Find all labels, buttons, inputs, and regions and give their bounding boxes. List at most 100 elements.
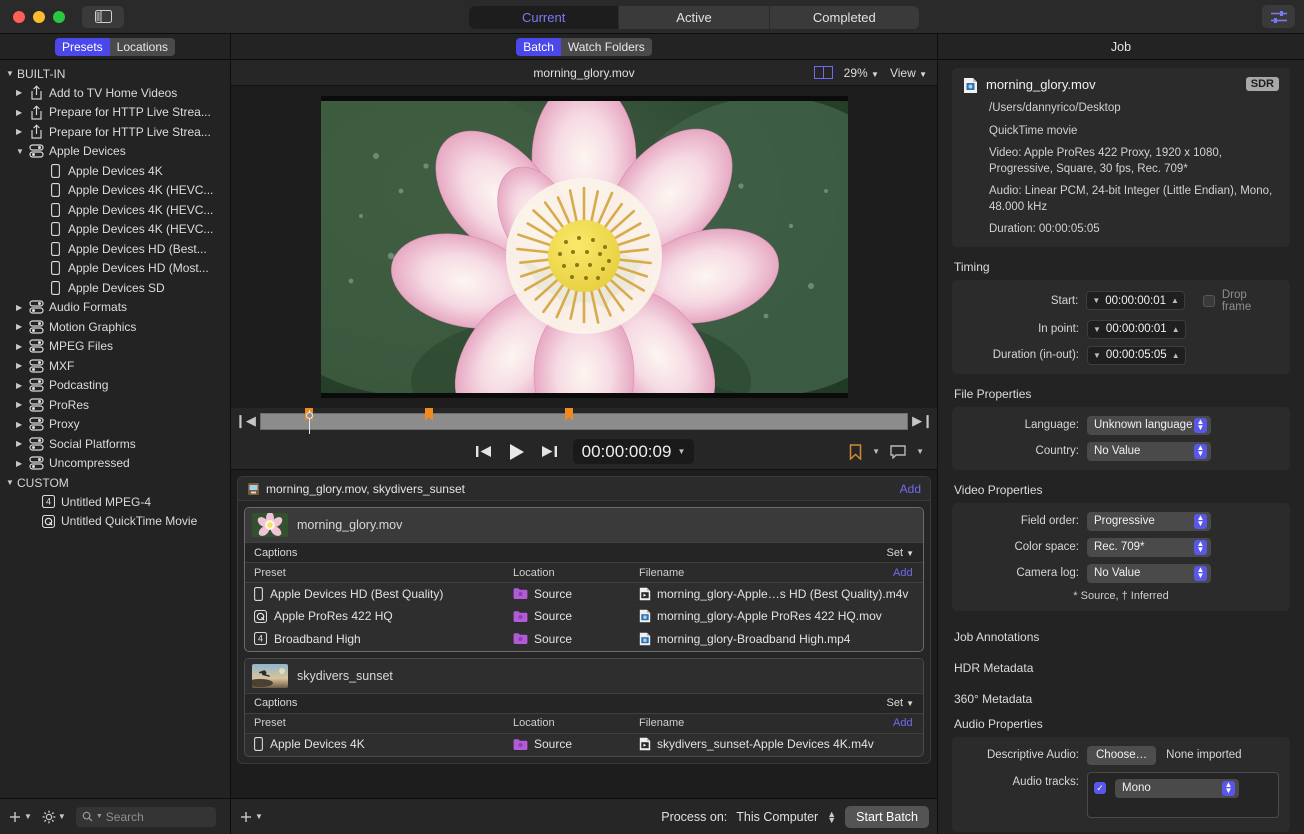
zoom-window-button[interactable] [53, 10, 65, 23]
chevron-down-icon[interactable]: ▼ [677, 447, 685, 456]
chevron-down-icon[interactable]: ▼ [1092, 296, 1100, 305]
zoom-level-menu[interactable]: 29% ▼ [844, 66, 879, 80]
disclosure-triangle-icon[interactable]: ▶ [16, 420, 27, 429]
sidebar-item-audio-formats[interactable]: ▶ Audio Formats [0, 298, 230, 318]
sidebar-item-prepare-for-http-live-strea[interactable]: ▶ Prepare for HTTP Live Strea... [0, 122, 230, 142]
sidebar-item-apple-devices-4k-hevc[interactable]: Apple Devices 4K (HEVC... [0, 220, 230, 240]
skip-to-start-icon[interactable] [474, 443, 493, 460]
marker-icon[interactable] [849, 443, 862, 460]
process-on-value[interactable]: This Computer [736, 810, 818, 824]
caption-icon[interactable] [890, 444, 906, 459]
presets-locations-toggle[interactable]: Presets Locations [54, 37, 176, 56]
metadata-360-section[interactable]: 360° Metadata [952, 686, 1290, 717]
sidebar-item-apple-devices-4k-hevc[interactable]: Apple Devices 4K (HEVC... [0, 181, 230, 201]
tab-presets[interactable]: Presets [54, 37, 110, 56]
playhead[interactable] [305, 409, 313, 435]
marker-2[interactable] [424, 407, 433, 421]
disclosure-triangle-icon[interactable]: ▶ [16, 459, 27, 468]
output-location[interactable]: Source [513, 609, 639, 623]
scrubber-track[interactable] [259, 407, 909, 435]
marker-chevron-icon[interactable]: ▼ [872, 447, 880, 456]
output-filename[interactable]: skydivers_sunset-Apple Devices 4K.m4v [639, 737, 923, 751]
drop-frame-checkbox[interactable] [1202, 294, 1215, 307]
output-row[interactable]: Apple Devices 4K Source skydivers_sunset-A… [245, 734, 923, 756]
batch-add-link[interactable]: Add [900, 482, 921, 496]
disclosure-triangle-icon[interactable]: ▶ [16, 361, 27, 370]
duration-field[interactable]: ▼ 00:00:05:05 ▲ [1087, 345, 1186, 365]
color-space-select[interactable]: Rec. 709* ▲ ▼ [1087, 537, 1211, 557]
sidebar-item-proxy[interactable]: ▶ Proxy [0, 415, 230, 435]
captions-set-button[interactable]: Set ▼ [887, 547, 915, 559]
chevron-down-icon[interactable]: ▼ [1093, 351, 1101, 360]
output-row[interactable]: 4 Broadband High Source morning_glory-Broad… [245, 628, 923, 651]
sidebar-item-apple-devices-4k-hevc[interactable]: Apple Devices 4K (HEVC... [0, 200, 230, 220]
sidebar-item-motion-graphics[interactable]: ▶ Motion Graphics [0, 317, 230, 337]
output-row[interactable]: Apple ProRes 422 HQ Source morning_glory-A… [245, 606, 923, 628]
sidebar-item-apple-devices-hd-best[interactable]: Apple Devices HD (Best... [0, 239, 230, 259]
video-preview[interactable] [231, 86, 937, 408]
tab-batch[interactable]: Batch [516, 37, 561, 56]
sidebar-item-mpeg-files[interactable]: ▶ MPEG Files [0, 337, 230, 357]
timecode-field[interactable]: 00:00:00:09 ▼ [572, 439, 695, 464]
sidebar-item-apple-devices-sd[interactable]: Apple Devices SD [0, 278, 230, 298]
output-location[interactable]: Source [513, 587, 639, 601]
start-batch-button[interactable]: Start Batch [845, 805, 929, 828]
audio-track-checkbox[interactable]: ✓ [1094, 782, 1106, 795]
tab-watch-folders[interactable]: Watch Folders [560, 37, 652, 56]
sidebar-item-prores[interactable]: ▶ ProRes [0, 395, 230, 415]
job-header[interactable]: skydivers_sunset [245, 658, 923, 693]
output-location[interactable]: Source [513, 737, 639, 751]
job-header[interactable]: morning_glory.mov [245, 508, 923, 542]
output-location[interactable]: Source [513, 632, 639, 646]
hdr-metadata-section[interactable]: HDR Metadata [952, 655, 1290, 686]
sidebar-item-prepare-for-http-live-strea[interactable]: ▶ Prepare for HTTP Live Strea... [0, 103, 230, 123]
sidebar-item-podcasting[interactable]: ▶ Podcasting [0, 376, 230, 396]
sidebar-item-add-to-tv-home-videos[interactable]: ▶ Add to TV Home Videos [0, 83, 230, 103]
sidebar-group-custom[interactable]: ▼ CUSTOM [0, 473, 230, 492]
disclosure-triangle-icon[interactable]: ▶ [16, 400, 27, 409]
tab-active[interactable]: Active [619, 6, 770, 29]
language-select[interactable]: Unknown language ▲ ▼ [1087, 415, 1211, 435]
close-window-button[interactable] [13, 10, 25, 23]
disclosure-triangle-icon[interactable]: ▶ [16, 322, 27, 331]
captions-set-button[interactable]: Set ▼ [887, 697, 915, 709]
job-card[interactable]: morning_glory.mov Captions Set ▼ Preset Loca… [244, 507, 924, 652]
output-filename[interactable]: morning_glory-Apple ProRes 422 HQ.mov [639, 609, 923, 623]
chevron-up-icon[interactable]: ▲ [1172, 351, 1180, 360]
job-annotations-section[interactable]: Job Annotations [952, 624, 1290, 655]
sidebar-toggle-icon[interactable] [82, 5, 124, 28]
presets-tree[interactable]: ▼ BUILT-IN ▶ Add to TV Home Videos ▶ Prepare … [0, 60, 230, 798]
batch-area[interactable]: morning_glory.mov, skydivers_sunset Add … [231, 470, 937, 798]
disclosure-triangle-icon[interactable]: ▶ [16, 127, 27, 136]
sidebar-item-mxf[interactable]: ▶ MXF [0, 356, 230, 376]
search-input[interactable]: ▼ Search [75, 806, 216, 827]
chevron-down-icon[interactable]: ▼ [1093, 325, 1101, 334]
output-filename[interactable]: morning_glory-Apple…s HD (Best Quality).… [639, 587, 923, 601]
disclosure-triangle-icon[interactable]: ▶ [16, 381, 27, 390]
disclosure-triangle-icon[interactable]: ▼ [16, 147, 27, 156]
sidebar-item-untitled-mpeg-4[interactable]: 4 Untitled MPEG-4 [0, 492, 230, 512]
field-order-select[interactable]: Progressive ▲ ▼ [1087, 511, 1211, 531]
sidebar-group-built-in[interactable]: ▼ BUILT-IN [0, 64, 230, 83]
sidebar-item-uncompressed[interactable]: ▶ Uncompressed [0, 454, 230, 474]
skip-to-end-icon[interactable] [540, 443, 559, 460]
sidebar-item-apple-devices[interactable]: ▼ Apple Devices [0, 142, 230, 162]
job-card[interactable]: skydivers_sunset Captions Set ▼ Preset Locat… [244, 657, 924, 757]
view-mode-segmented-control[interactable]: Current Active Completed [469, 6, 919, 29]
in-point-field[interactable]: ▼ 00:00:00:01 ▲ [1087, 319, 1186, 339]
tab-completed[interactable]: Completed [770, 6, 919, 29]
output-row[interactable]: Apple Devices HD (Best Quality) Source mor… [245, 583, 923, 606]
camera-log-select[interactable]: No Value ▲ ▼ [1087, 563, 1211, 583]
sidebar-item-apple-devices-hd-most[interactable]: Apple Devices HD (Most... [0, 259, 230, 279]
add-preset-button[interactable]: ▼ [8, 810, 32, 824]
disclosure-triangle-icon[interactable]: ▶ [16, 439, 27, 448]
view-menu[interactable]: View ▼ [890, 66, 927, 80]
disclosure-triangle-icon[interactable]: ▶ [16, 108, 27, 117]
chevron-up-icon[interactable]: ▲ [1171, 296, 1179, 305]
disclosure-triangle-icon[interactable]: ▶ [16, 342, 27, 351]
outputs-add-link[interactable]: Add [893, 567, 923, 579]
minimize-window-button[interactable] [33, 10, 45, 23]
preset-action-button[interactable]: ▼ [42, 810, 66, 824]
batch-watchfolders-toggle[interactable]: Batch Watch Folders [516, 37, 652, 56]
disclosure-triangle-icon[interactable]: ▶ [16, 88, 27, 97]
